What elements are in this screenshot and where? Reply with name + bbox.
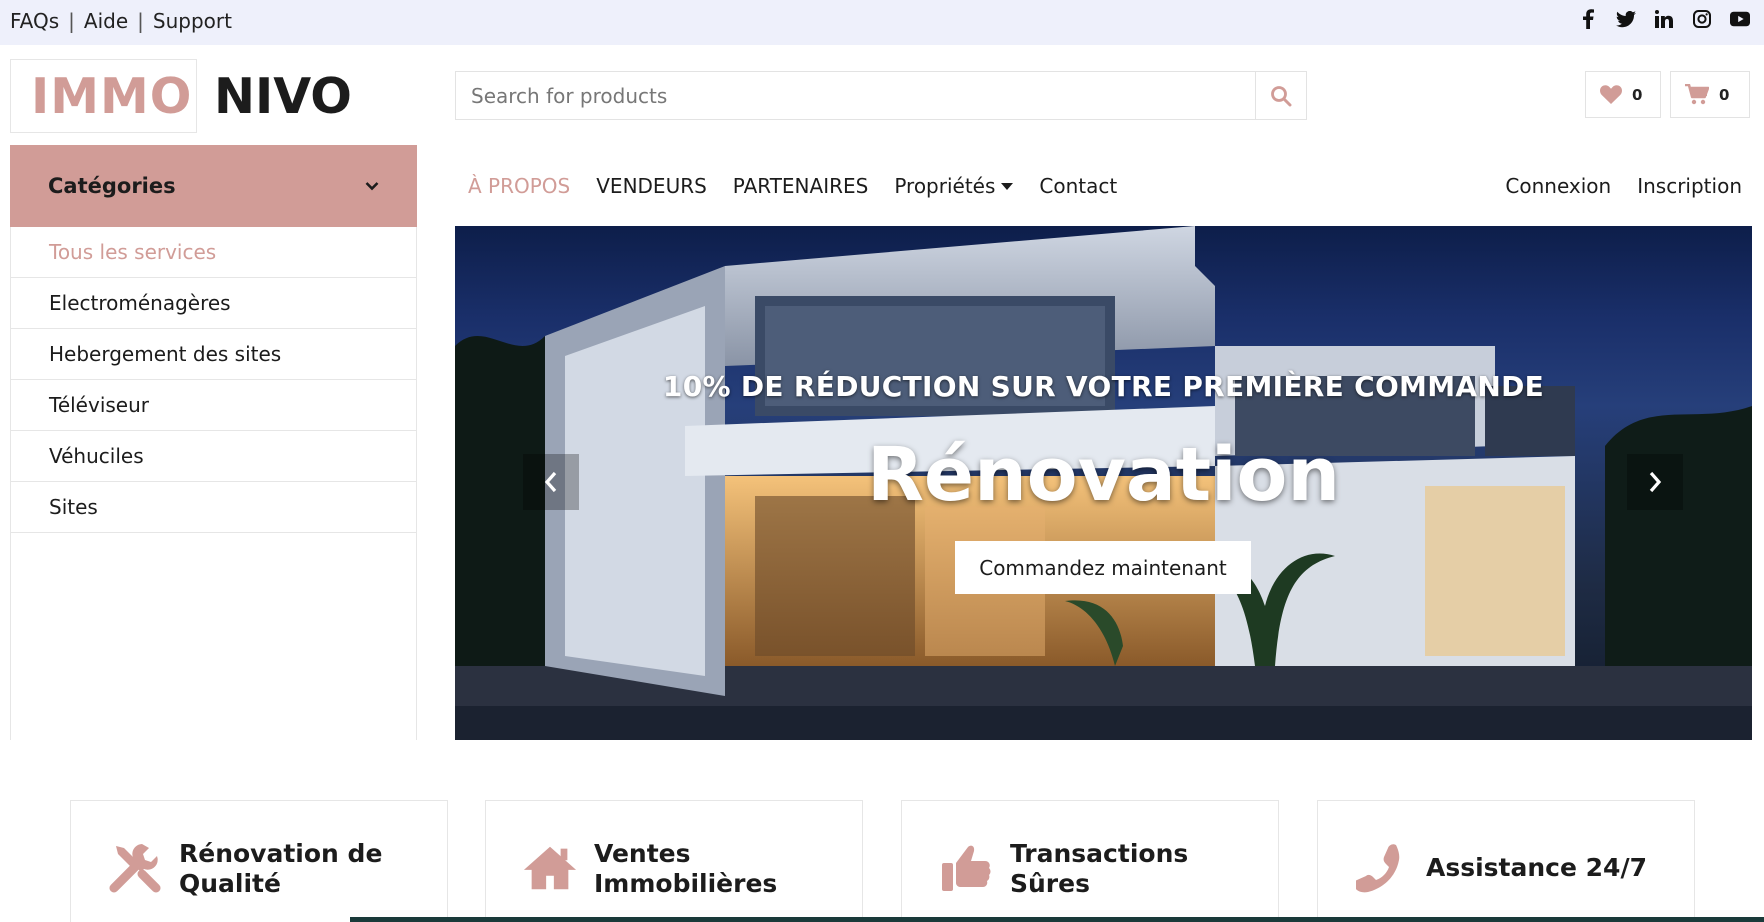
top-links: FAQs | Aide | Support [10, 9, 232, 33]
register-link[interactable]: Inscription [1637, 174, 1742, 198]
categories-title: Catégories [48, 174, 176, 198]
category-item-televiseur[interactable]: Téléviseur [11, 380, 416, 431]
thumbs-up-icon [938, 839, 994, 895]
carousel-prev-button[interactable] [523, 454, 579, 510]
social-links [1578, 9, 1750, 29]
feature-label: Transactions Sûres [1010, 839, 1189, 898]
categories-list: Tous les services Electroménagères Heber… [10, 227, 417, 740]
order-now-button[interactable]: Commandez maintenant [955, 541, 1251, 594]
phone-icon [1354, 839, 1410, 895]
chevron-left-icon [544, 471, 557, 493]
feature-label: Ventes Immobilières [594, 839, 778, 898]
chevron-right-icon [1649, 471, 1662, 493]
linkedin-icon[interactable] [1654, 9, 1674, 29]
hero-title: Rénovation [866, 432, 1341, 518]
category-item-electromenageres[interactable]: Electroménagères [11, 278, 416, 329]
category-item-sites[interactable]: Sites [11, 482, 416, 533]
heart-icon [1600, 85, 1622, 104]
wishlist-count: 0 [1632, 85, 1643, 104]
feature-card: Transactions Sûres [901, 800, 1279, 922]
hero-carousel: 10% DE RÉDUCTION SUR VOTRE PREMIÈRE COMM… [455, 226, 1752, 740]
separator: | [137, 9, 144, 33]
categories-toggle[interactable]: Catégories [10, 145, 417, 227]
cart-count: 0 [1719, 85, 1730, 104]
youtube-icon[interactable] [1730, 9, 1750, 29]
cart-icon [1685, 84, 1709, 105]
aide-link[interactable]: Aide [84, 9, 128, 33]
separator: | [68, 9, 75, 33]
divider [350, 917, 1764, 922]
logo-part1: IMMO [31, 68, 193, 125]
caret-down-icon [1001, 183, 1014, 190]
nav-proprietes-label: Propriétés [894, 174, 996, 198]
nav-proprietes-dropdown[interactable]: Propriétés [894, 174, 1014, 198]
feature-card: Rénovation de Qualité [70, 800, 448, 922]
chevron-down-icon [365, 182, 379, 191]
login-link[interactable]: Connexion [1505, 174, 1611, 198]
faqs-link[interactable]: FAQs [10, 9, 59, 33]
twitter-icon[interactable] [1616, 9, 1636, 29]
search-icon [1271, 85, 1292, 106]
feature-label: Assistance 24/7 [1426, 853, 1647, 882]
feature-label: Rénovation de Qualité [179, 839, 383, 898]
hero-subtitle: 10% DE RÉDUCTION SUR VOTRE PREMIÈRE COMM… [662, 370, 1545, 403]
site-logo[interactable]: IMMO NIVO [10, 59, 352, 133]
cart-button[interactable]: 0 [1670, 71, 1750, 118]
carousel-next-button[interactable] [1627, 454, 1683, 510]
top-bar: FAQs | Aide | Support [0, 0, 1764, 45]
support-link[interactable]: Support [153, 9, 232, 33]
feature-card: Ventes Immobilières [485, 800, 863, 922]
logo-part2: NIVO [214, 68, 352, 125]
search-bar [455, 71, 1307, 120]
tools-icon [107, 839, 163, 895]
instagram-icon[interactable] [1692, 9, 1712, 29]
wishlist-button[interactable]: 0 [1585, 71, 1661, 118]
home-icon [522, 839, 578, 895]
nav-vendeurs[interactable]: VENDEURS [596, 174, 707, 198]
search-input[interactable] [456, 72, 1255, 119]
facebook-icon[interactable] [1578, 9, 1598, 29]
category-item-vehuciles[interactable]: Véhuciles [11, 431, 416, 482]
nav-partenaires[interactable]: PARTENAIRES [733, 174, 869, 198]
feature-card: Assistance 24/7 [1317, 800, 1695, 922]
category-item-tous-les-services[interactable]: Tous les services [11, 227, 416, 278]
nav-a-propos[interactable]: À PROPOS [468, 174, 570, 198]
nav-contact[interactable]: Contact [1039, 174, 1117, 198]
category-item-hebergement[interactable]: Hebergement des sites [11, 329, 416, 380]
search-button[interactable] [1255, 72, 1306, 119]
auth-nav: Connexion Inscription [1505, 174, 1742, 198]
main-nav: À PROPOS VENDEURS PARTENAIRES Propriétés… [468, 174, 1117, 198]
